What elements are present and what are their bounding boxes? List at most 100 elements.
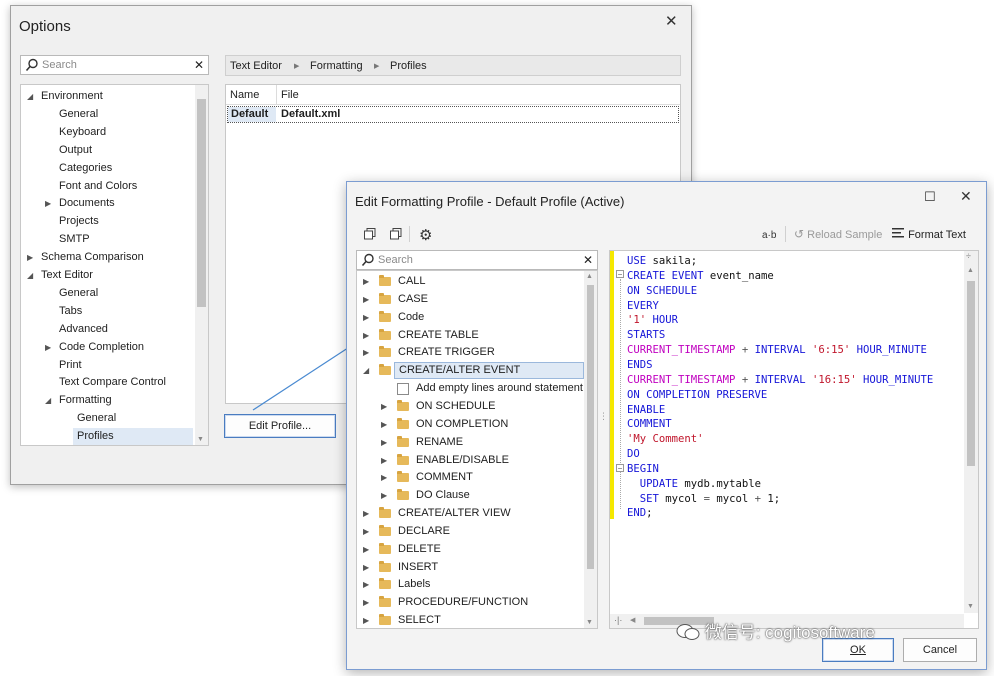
folder-icon bbox=[379, 292, 391, 304]
close-icon[interactable]: ✕ bbox=[960, 188, 972, 205]
breadcrumb-item[interactable]: Formatting bbox=[310, 60, 363, 72]
format-text-button[interactable]: Format Text bbox=[892, 227, 966, 241]
rule-tree-item[interactable]: ▶ Labels bbox=[357, 576, 584, 593]
expand-arrow-icon[interactable]: ▶ bbox=[381, 487, 387, 504]
options-tree-scrollbar[interactable]: ▼ bbox=[195, 85, 208, 445]
expand-arrow-icon[interactable]: ▶ bbox=[363, 612, 369, 628]
expand-arrow-icon[interactable]: ▶ bbox=[45, 339, 51, 356]
rule-tree-item[interactable]: ▶ CASE bbox=[357, 291, 584, 308]
options-tree-item-label: Print bbox=[59, 358, 82, 371]
expand-arrow-icon[interactable]: ▶ bbox=[363, 291, 369, 308]
expand-arrow-icon[interactable]: ▶ bbox=[363, 594, 369, 611]
rule-tree-item[interactable]: ▶ CREATE TABLE bbox=[357, 327, 584, 344]
rule-tree-item[interactable]: ▶ CREATE TRIGGER bbox=[357, 344, 584, 361]
expand-arrow-icon[interactable]: ▶ bbox=[381, 398, 387, 415]
collapse-arrow-icon[interactable]: ◢ bbox=[363, 362, 369, 379]
splitter-handle[interactable]: ⋮ bbox=[599, 412, 608, 434]
expand-arrow-icon[interactable]: ▶ bbox=[381, 434, 387, 451]
collapse-arrow-icon[interactable]: ◢ bbox=[27, 88, 33, 105]
paste-profile-icon[interactable] bbox=[390, 228, 402, 243]
expand-arrow-icon[interactable]: ▶ bbox=[363, 523, 369, 540]
breadcrumb-item[interactable]: Text Editor bbox=[230, 60, 282, 72]
collapse-arrow-icon[interactable]: ◢ bbox=[27, 267, 33, 284]
rule-tree-item[interactable]: ◢ CREATE/ALTER EVENT bbox=[357, 362, 584, 380]
options-tree-item-label: General bbox=[59, 286, 99, 299]
expand-arrow-icon[interactable]: ▶ bbox=[363, 309, 369, 326]
clear-search-icon[interactable]: ✕ bbox=[194, 58, 204, 72]
rule-tree-item[interactable]: ▶ ON SCHEDULE bbox=[357, 398, 584, 415]
editor-scroll-thumb[interactable] bbox=[967, 281, 975, 466]
rule-tree-item[interactable]: ▶ RENAME bbox=[357, 434, 584, 451]
folder-icon bbox=[379, 310, 391, 322]
reload-sample-button[interactable]: ↺ Reload Sample bbox=[794, 227, 882, 241]
expand-arrow-icon[interactable]: ▶ bbox=[363, 344, 369, 361]
show-whitespace-button[interactable]: a·b bbox=[762, 230, 776, 241]
ok-label: OK bbox=[850, 644, 866, 656]
code-line: EVERY bbox=[627, 299, 659, 314]
options-search-input[interactable]: Search ✕ bbox=[20, 55, 209, 75]
edit-profile-button[interactable]: Edit Profile... bbox=[224, 414, 336, 438]
collapse-arrow-icon[interactable]: ◢ bbox=[45, 392, 51, 409]
rule-tree-item-label: CALL bbox=[398, 275, 426, 287]
rule-tree-item[interactable]: ▶ DECLARE bbox=[357, 523, 584, 540]
expand-arrow-icon[interactable]: ▶ bbox=[45, 195, 51, 212]
rule-tree-item[interactable]: ▶ DELETE bbox=[357, 541, 584, 558]
expand-arrow-icon[interactable]: ▶ bbox=[27, 249, 33, 266]
expand-arrow-icon[interactable]: ▶ bbox=[363, 559, 369, 576]
expand-arrow-icon[interactable]: ▶ bbox=[363, 273, 369, 290]
code-token: event_name bbox=[703, 269, 774, 282]
folder-icon bbox=[379, 578, 391, 590]
editor-vertical-scrollbar[interactable]: ÷ ▲ ▼ bbox=[964, 251, 978, 613]
rule-tree-item-label: Code bbox=[398, 310, 425, 323]
rule-tree-item[interactable]: ▶ INSERT bbox=[357, 559, 584, 576]
expand-arrow-icon[interactable]: ▶ bbox=[381, 416, 387, 433]
dialog-search-input[interactable]: Search ✕ bbox=[356, 250, 598, 270]
fold-toggle-icon[interactable]: − bbox=[616, 464, 624, 473]
cancel-button[interactable]: Cancel bbox=[903, 638, 977, 662]
code-token: ON COMPLETION PRESERVE bbox=[627, 388, 768, 401]
rule-tree-item[interactable]: ▶ ENABLE/DISABLE bbox=[357, 452, 584, 469]
rule-tree-item[interactable]: ▶ ON COMPLETION bbox=[357, 416, 584, 433]
rule-tree-item[interactable]: ▶ DO Clause bbox=[357, 487, 584, 504]
code-line: CREATE EVENT event_name bbox=[627, 269, 774, 284]
expand-arrow-icon[interactable]: ▶ bbox=[381, 469, 387, 486]
options-tree-item-label: Projects bbox=[59, 215, 99, 228]
column-header-name[interactable]: Name bbox=[230, 89, 259, 101]
code-preview-editor[interactable]: − − USE sakila; CREATE EVENT event_name ON… bbox=[609, 250, 979, 629]
rule-tree-item[interactable]: ▶ PROCEDURE/FUNCTION bbox=[357, 594, 584, 611]
clear-search-icon[interactable]: ✕ bbox=[583, 253, 593, 267]
expand-arrow-icon[interactable]: ▶ bbox=[363, 327, 369, 344]
options-tree-item[interactable]: Profiles bbox=[73, 428, 193, 445]
code-line: DO bbox=[627, 447, 640, 462]
copy-profile-icon[interactable] bbox=[364, 228, 376, 243]
rule-tree-item[interactable]: ▶ Code bbox=[357, 309, 584, 326]
rule-tree-item-label: COMMENT bbox=[416, 471, 473, 484]
rule-tree-item[interactable]: ▶ CALL bbox=[357, 273, 584, 290]
options-tree-scroll-thumb[interactable] bbox=[197, 99, 206, 307]
gear-icon[interactable]: ⚙ bbox=[419, 226, 432, 244]
breadcrumb: Text Editor ▶ Formatting ▶ Profiles bbox=[225, 55, 681, 76]
code-token: HOUR bbox=[652, 314, 679, 327]
options-close-button[interactable]: ✕ bbox=[665, 12, 678, 30]
code-token: 1; bbox=[761, 492, 781, 505]
code-token: COMMENT bbox=[627, 418, 672, 431]
edit-profile-label: Edit Profile... bbox=[248, 420, 312, 432]
rule-tree-item[interactable]: ▶ COMMENT bbox=[357, 469, 584, 486]
rule-option-item[interactable]: Add empty lines around statement bbox=[357, 380, 584, 397]
expand-arrow-icon[interactable]: ▶ bbox=[363, 541, 369, 558]
rules-tree-scroll-thumb[interactable] bbox=[587, 285, 594, 569]
rules-tree-scrollbar[interactable]: ▲ ▼ bbox=[584, 271, 597, 628]
code-token: CURRENT_TIMESTAMP bbox=[627, 373, 736, 386]
rule-tree-item[interactable]: ▶ CREATE/ALTER VIEW bbox=[357, 505, 584, 522]
rule-tree-item[interactable]: ▶ SELECT bbox=[357, 612, 584, 628]
expand-arrow-icon[interactable]: ▶ bbox=[363, 505, 369, 522]
column-header-file[interactable]: File bbox=[281, 89, 299, 101]
table-row[interactable]: Default Default.xml bbox=[227, 106, 679, 123]
fold-toggle-icon[interactable]: − bbox=[616, 270, 624, 279]
checkbox[interactable] bbox=[397, 383, 409, 396]
expand-arrow-icon[interactable]: ▶ bbox=[381, 452, 387, 469]
cancel-label: Cancel bbox=[922, 644, 958, 656]
expand-arrow-icon[interactable]: ▶ bbox=[363, 576, 369, 593]
breadcrumb-item[interactable]: Profiles bbox=[390, 60, 427, 72]
maximize-icon[interactable]: ☐ bbox=[924, 189, 936, 205]
